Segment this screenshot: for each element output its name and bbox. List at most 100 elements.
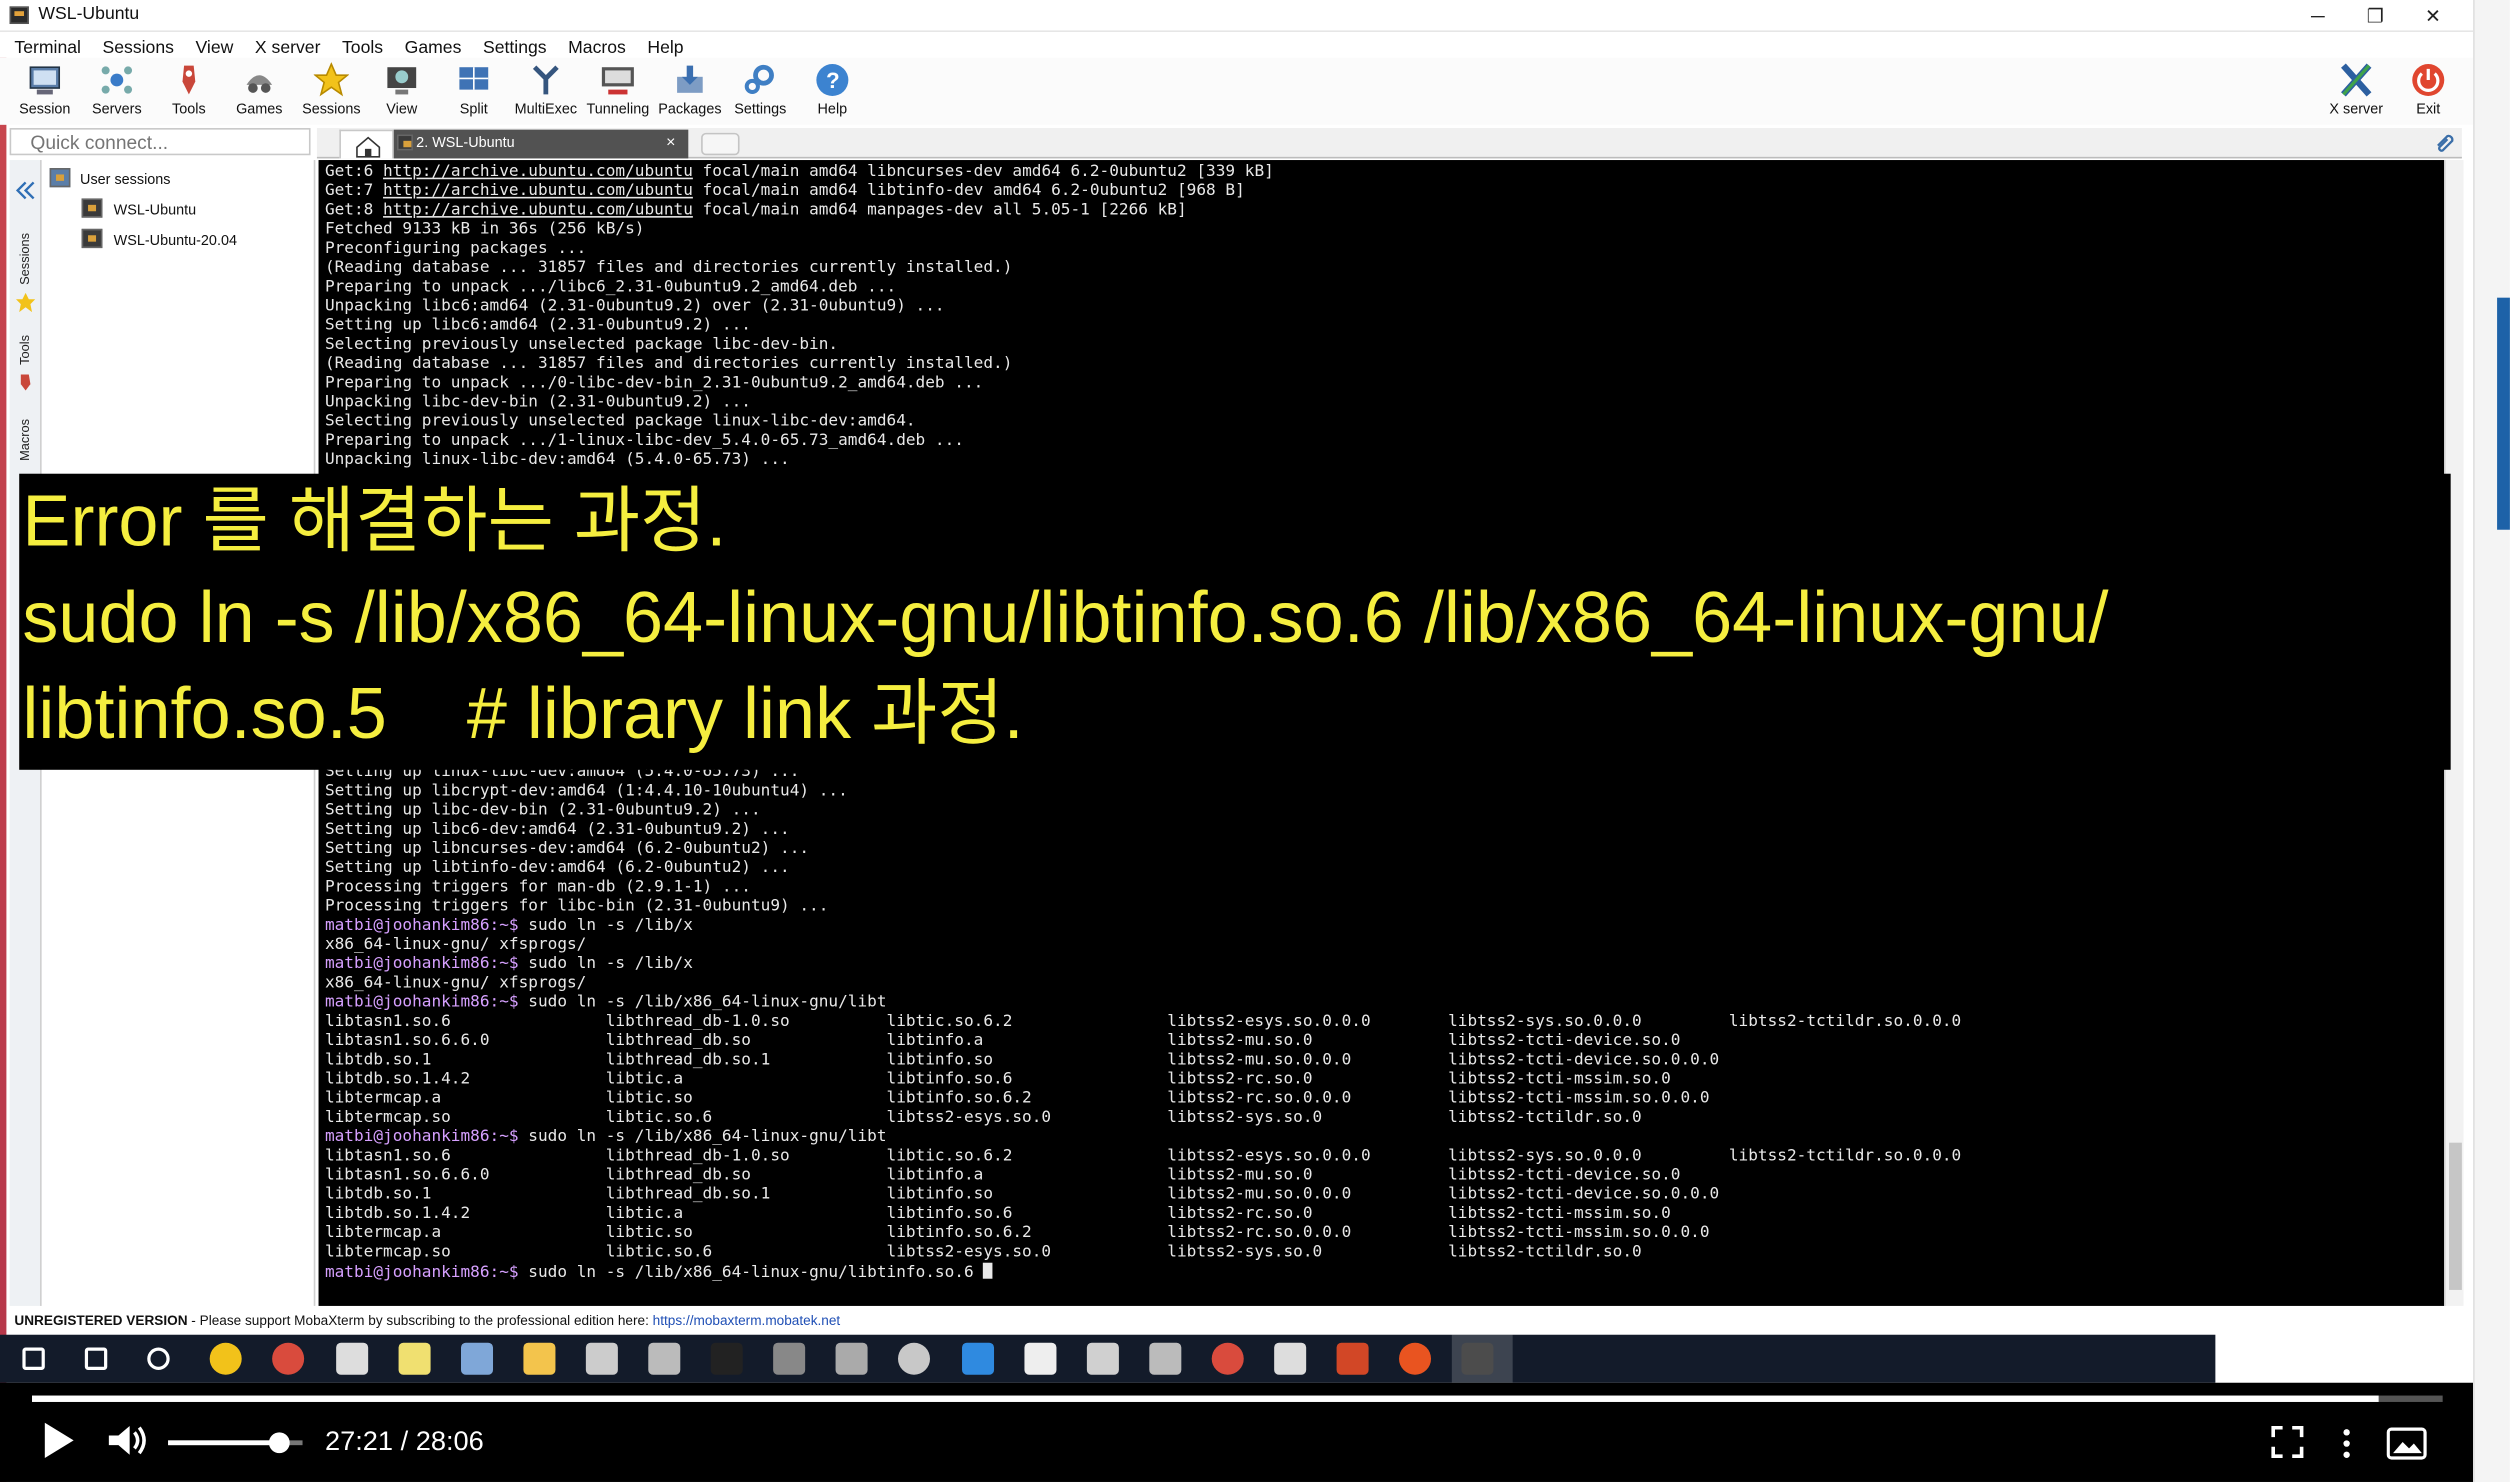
volume-slider[interactable] xyxy=(168,1432,303,1454)
terminal-line: Preparing to unpack .../1-linux-libc-dev… xyxy=(325,432,1274,451)
tab-label: 2. WSL-Ubuntu xyxy=(416,134,515,151)
taskbar-clock-icon[interactable] xyxy=(836,1342,869,1375)
picture-in-picture-icon[interactable] xyxy=(2386,1426,2429,1461)
terminal-line: libtdb.so.1.4.2 libtic.a libtinfo.so.6 l… xyxy=(325,1205,1961,1224)
terminal-text: libtdb.so.1.4.2 libtic.a libtinfo.so.6 l… xyxy=(324,1070,1671,1089)
split-button[interactable]: Split xyxy=(439,58,509,122)
browser-scrollbar[interactable] xyxy=(2473,0,2510,1482)
session-item-wsl-ubuntu[interactable]: WSL-Ubuntu xyxy=(114,202,196,218)
side-tab-tools[interactable]: Tools xyxy=(18,335,32,365)
terminal-line: matbi@joohankim86:~$ sudo ln -s /lib/x xyxy=(325,917,1961,936)
fullscreen-icon[interactable] xyxy=(2271,1425,2304,1458)
terminal-line: Setting up libtinfo-dev:amd64 (6.2-0ubun… xyxy=(325,859,1961,878)
terminal-text: libtdb.so.1 libthread_db.so.1 libtinfo.s… xyxy=(324,1185,1720,1204)
new-tab-button[interactable] xyxy=(701,132,740,156)
caption-line-3: libtinfo.so.5 # library link 과정. xyxy=(22,672,1024,754)
scroll-thumb[interactable] xyxy=(2449,1142,2462,1290)
taskbar-search-icon[interactable] xyxy=(84,1347,108,1370)
terminal-output-top: Get:6 http://archive.ubuntu.com/ubuntu f… xyxy=(325,163,1274,470)
home-tab[interactable] xyxy=(339,129,394,159)
user-sessions-folder[interactable]: User sessions xyxy=(80,171,170,187)
quick-connect-input[interactable] xyxy=(9,128,311,156)
view-icon xyxy=(384,62,419,97)
taskbar-terminal-icon[interactable] xyxy=(710,1342,743,1375)
multiexec-label: MultiExec xyxy=(514,100,578,117)
tunneling-button[interactable]: Tunneling xyxy=(583,58,653,122)
tools-button[interactable]: Tools xyxy=(154,58,224,122)
taskbar-ubuntu-icon[interactable] xyxy=(1399,1342,1432,1375)
restore-button[interactable]: ❐ xyxy=(2347,0,2405,32)
taskbar-task-view-icon[interactable] xyxy=(147,1347,170,1370)
terminal-text: libtdb.so.1.4.2 libtic.a libtinfo.so.6 l… xyxy=(324,1205,1671,1223)
taskbar-xming-icon[interactable] xyxy=(585,1342,618,1375)
progress-bar[interactable] xyxy=(32,1395,2443,1402)
terminal-line: x86_64-linux-gnu/ xfsprogs/ xyxy=(325,975,1961,994)
side-tab-macros[interactable]: Macros xyxy=(18,419,32,461)
multiexec-button[interactable]: MultiExec xyxy=(511,58,581,122)
taskbar-windows-start-icon[interactable] xyxy=(22,1347,45,1370)
taskbar-camera-icon[interactable] xyxy=(1086,1342,1119,1375)
taskbar-powerpoint-icon[interactable] xyxy=(1336,1342,1369,1375)
repo-link[interactable]: http://archive.ubuntu.com/ubuntu xyxy=(383,202,693,220)
taskbar-player-icon[interactable] xyxy=(210,1342,243,1375)
tab-wsl-ubuntu[interactable]: 2. WSL-Ubuntu × xyxy=(393,129,689,159)
taskbar-paint-icon[interactable] xyxy=(648,1342,681,1375)
close-button[interactable]: ✕ xyxy=(2404,0,2462,32)
exit-button[interactable]: Exit xyxy=(2393,58,2463,122)
taskbar-sticky-icon[interactable] xyxy=(397,1342,430,1375)
x-server-button[interactable]: X server xyxy=(2321,58,2391,122)
minimize-button[interactable]: ─ xyxy=(2289,0,2347,32)
play-icon[interactable] xyxy=(44,1422,74,1458)
collapse-icon[interactable] xyxy=(16,179,35,201)
help-button[interactable]: ? Help xyxy=(797,58,867,122)
taskbar-store-icon[interactable] xyxy=(1274,1342,1307,1375)
time-display: 27:21 / 28:06 xyxy=(324,1425,484,1457)
session-item-wsl-ubuntu-2004[interactable]: WSL-Ubuntu-20.04 xyxy=(114,232,237,248)
tab-close-icon[interactable]: × xyxy=(666,130,675,157)
repo-link[interactable]: http://archive.ubuntu.com/ubuntu xyxy=(383,163,693,181)
terminal-line: libtermcap.so libtic.so.6 libtss2-esys.s… xyxy=(325,1109,1961,1128)
browser-scroll-thumb[interactable] xyxy=(2497,297,2510,530)
games-button[interactable]: Games xyxy=(224,58,294,122)
taskbar-explorer-icon[interactable] xyxy=(523,1342,556,1375)
attachment-icon[interactable] xyxy=(2433,131,2455,153)
repo-link[interactable]: http://archive.ubuntu.com/ubuntu xyxy=(383,182,693,200)
taskbar-mobaxterm-icon[interactable] xyxy=(1461,1342,1494,1375)
shell-prompt: matbi@joohankim86:~$ xyxy=(324,1264,519,1282)
multiexec-icon xyxy=(528,62,563,97)
terminal-text: sudo ln -s /lib/x86_64-linux-gnu/libt xyxy=(518,1128,887,1146)
taskbar-pen-icon[interactable] xyxy=(460,1342,493,1375)
terminal-text: libtermcap.so libtic.so.6 libtss2-esys.s… xyxy=(324,1243,1642,1262)
volume-icon[interactable] xyxy=(106,1421,151,1459)
taskbar-hedgehog-icon[interactable] xyxy=(1148,1342,1181,1375)
terminal-line: Fetched 9133 kB in 36s (256 kB/s) xyxy=(325,221,1274,240)
tools-icon xyxy=(171,62,206,97)
taskbar-slack-icon[interactable] xyxy=(1023,1342,1056,1375)
menu-bar: Terminal Sessions View X server Tools Ga… xyxy=(0,32,2474,58)
view-button[interactable]: View xyxy=(367,58,437,122)
taskbar-settings-icon[interactable] xyxy=(335,1342,368,1375)
side-tab-sessions[interactable]: Sessions xyxy=(18,233,32,285)
terminal-line: Setting up libc6:amd64 (2.31-0ubuntu9.2)… xyxy=(325,317,1274,336)
left-edge-strip xyxy=(0,0,7,1482)
sessions-button[interactable]: Sessions xyxy=(296,58,366,122)
packages-button[interactable]: Packages xyxy=(655,58,725,122)
taskbar-calculator-icon[interactable] xyxy=(773,1342,806,1375)
terminal-line: matbi@joohankim86:~$ sudo ln -s /lib/x86… xyxy=(324,1262,1961,1284)
more-options-icon[interactable] xyxy=(2340,1428,2353,1460)
gear-icon xyxy=(743,62,778,97)
servers-button[interactable]: Servers xyxy=(82,58,152,122)
taskbar-vscode-icon[interactable] xyxy=(961,1342,994,1375)
mobaxterm-link[interactable]: https://mobaxterm.mobatek.net xyxy=(653,1312,841,1328)
caption-line-2: sudo ln -s /lib/x86_64-linux-gnu/libtinf… xyxy=(22,576,2109,658)
terminal-text: sudo ln -s /lib/x86_64-linux-gnu/libtinf… xyxy=(518,1264,984,1282)
taskbar-dolphin-icon[interactable] xyxy=(898,1342,931,1375)
taskbar-chrome-icon[interactable] xyxy=(272,1342,305,1375)
terminal-line: Processing triggers for man-db (2.9.1-1)… xyxy=(325,879,1961,898)
terminal-text: Setting up libc6:amd64 (2.31-0ubuntu9.2)… xyxy=(324,316,751,335)
session-button[interactable]: Session xyxy=(10,58,80,122)
volume-knob[interactable] xyxy=(268,1432,290,1454)
terminal-line: libtdb.so.1 libthread_db.so.1 libtinfo.s… xyxy=(325,1051,1961,1070)
settings-button[interactable]: Settings xyxy=(725,58,795,122)
taskbar-chrome-2-icon[interactable] xyxy=(1211,1342,1244,1375)
